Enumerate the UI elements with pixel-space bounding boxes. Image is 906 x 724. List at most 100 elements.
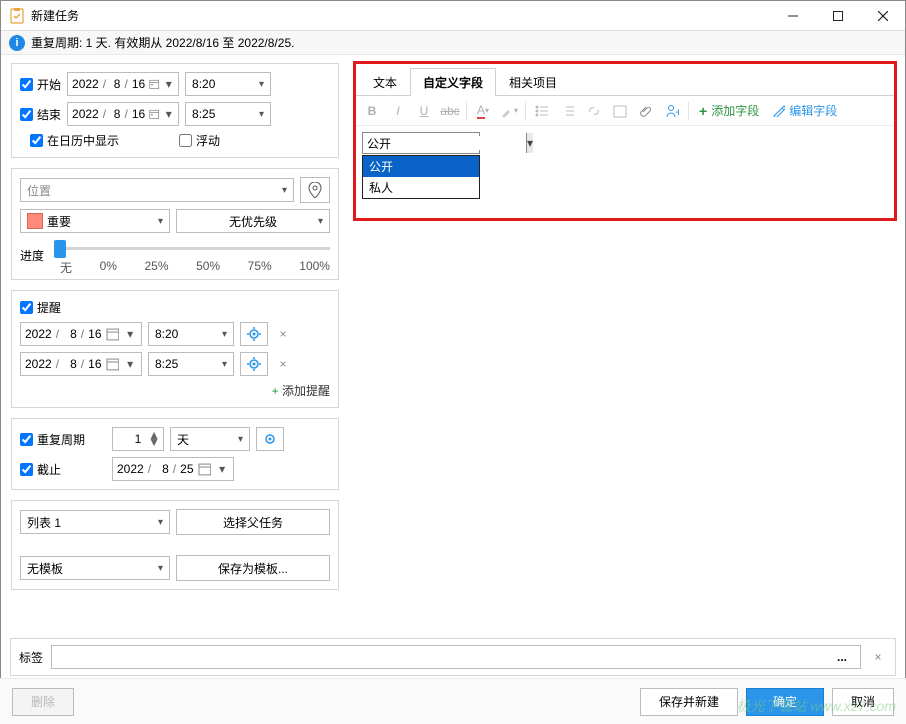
reminder-checkbox[interactable]: 提醒: [20, 299, 61, 316]
reminder-remove-0[interactable]: ×: [274, 327, 292, 341]
progress-slider[interactable]: 无 0% 25% 50% 75% 100%: [60, 239, 330, 271]
right-column: 文本 自定义字段 相关项目 B I U abc A▾ ▾ + +添加: [349, 55, 905, 723]
template-select[interactable]: 无模板▾: [20, 556, 170, 580]
maximize-button[interactable]: [815, 1, 860, 30]
reminder-date-0[interactable]: 2022/ 8/ 16 ▾: [20, 322, 142, 346]
select-parent-button[interactable]: 选择父任务: [176, 509, 330, 535]
window-title: 新建任务: [31, 7, 770, 24]
person-button[interactable]: +: [660, 99, 684, 123]
minimize-button[interactable]: [770, 1, 815, 30]
watermark: 极光下载站 www.xz7.com: [737, 696, 896, 716]
dropdown-item-public[interactable]: 公开: [363, 156, 479, 177]
start-time-select[interactable]: 8:20▾: [185, 72, 271, 96]
list-select[interactable]: 列表 1▾: [20, 510, 170, 534]
map-pin-icon: [308, 182, 322, 198]
tags-more-button[interactable]: ...: [830, 645, 854, 669]
custom-field-row: ▾ 公开 私人 只读: [356, 126, 894, 160]
chevron-down-icon: ▾: [164, 77, 174, 91]
add-reminder-link[interactable]: + 添加提醒: [20, 382, 330, 399]
close-button[interactable]: [860, 1, 905, 30]
save-and-new-button[interactable]: 保存并新建: [640, 688, 738, 716]
link-button[interactable]: [582, 99, 606, 123]
reminder-time-0[interactable]: 8:20▾: [148, 322, 234, 346]
gear-icon: [247, 357, 261, 371]
title-bar: 新建任务: [1, 1, 905, 31]
font-color-button[interactable]: A▾: [471, 99, 495, 123]
recurrence-count[interactable]: 1 ▲▼: [112, 427, 164, 451]
list-panel: 列表 1▾ 选择父任务 无模板▾ 保存为模板...: [11, 500, 339, 590]
underline-button[interactable]: U: [412, 99, 436, 123]
reminder-settings-1[interactable]: [240, 352, 268, 376]
tab-custom-fields[interactable]: 自定义字段: [410, 68, 496, 96]
bullet-list-button[interactable]: [530, 99, 554, 123]
location-panel: 位置▾ 重要 ▾ 无优先级▾ 进度: [11, 168, 339, 280]
save-template-button[interactable]: 保存为模板...: [176, 555, 330, 581]
end-date-field[interactable]: 2022/ 8/ 16 ▾: [67, 102, 179, 126]
visibility-input[interactable]: [363, 136, 526, 150]
svg-text:+: +: [675, 105, 679, 118]
floating-checkbox[interactable]: 浮动: [179, 132, 220, 149]
chevron-down-icon: ▾: [158, 216, 163, 227]
reminder-panel: 提醒 2022/ 8/ 16 ▾ 8:20▾ ×: [11, 290, 339, 408]
gear-icon: [247, 327, 261, 341]
recurrence-checkbox[interactable]: 重复周期: [20, 431, 106, 448]
tab-related[interactable]: 相关项目: [496, 68, 570, 96]
gear-icon: [263, 432, 277, 446]
link-icon: [587, 104, 601, 118]
highlight-button[interactable]: ▾: [497, 99, 521, 123]
end-time-select[interactable]: 8:25▾: [185, 102, 271, 126]
bold-button[interactable]: B: [360, 99, 384, 123]
dropdown-item-private[interactable]: 私人: [363, 177, 479, 198]
attach-button[interactable]: [634, 99, 658, 123]
edit-field-button[interactable]: 编辑字段: [767, 102, 843, 119]
recurrence-settings[interactable]: [256, 427, 284, 451]
add-field-button[interactable]: +添加字段: [693, 102, 765, 119]
format-toolbar: B I U abc A▾ ▾ + +添加字段 编辑字段: [356, 96, 894, 126]
priority-select[interactable]: 无优先级▾: [176, 209, 330, 233]
footer: 删除 保存并新建 确定 取消 极光下载站 www.xz7.com: [0, 678, 906, 724]
reminder-remove-1[interactable]: ×: [274, 357, 292, 371]
end-checkbox[interactable]: 结束: [20, 106, 61, 123]
highlight-box: 文本 自定义字段 相关项目 B I U abc A▾ ▾ + +添加: [353, 61, 897, 221]
tags-label: 标签: [19, 649, 43, 666]
info-icon: i: [9, 35, 25, 51]
ordered-list-icon: [561, 104, 575, 118]
combo-dropdown-button[interactable]: ▾: [526, 133, 533, 153]
tags-input[interactable]: ...: [51, 645, 861, 669]
date-button[interactable]: [608, 99, 632, 123]
delete-button[interactable]: 删除: [12, 688, 74, 716]
show-in-calendar-checkbox[interactable]: 在日历中显示: [30, 132, 119, 149]
location-select[interactable]: 位置▾: [20, 178, 294, 202]
list-icon: [535, 104, 549, 118]
tabs: 文本 自定义字段 相关项目: [356, 64, 894, 96]
deadline-date[interactable]: 2022/ 8/ 25 ▾: [112, 457, 234, 481]
chevron-down-icon: ▾: [164, 107, 174, 121]
strike-button[interactable]: abc: [438, 99, 462, 123]
visibility-combo[interactable]: ▾ 公开 私人: [362, 132, 480, 154]
recurrence-panel: 重复周期 1 ▲▼ 天▾ 截止 2022/ 8/ 25: [11, 418, 339, 490]
deadline-checkbox[interactable]: 截止: [20, 461, 106, 478]
calendar-icon: [106, 357, 120, 371]
tab-text[interactable]: 文本: [360, 68, 410, 96]
tags-clear[interactable]: ×: [869, 650, 887, 664]
reminder-time-1[interactable]: 8:25▾: [148, 352, 234, 376]
pencil-icon: [773, 105, 785, 117]
person-icon: +: [665, 104, 679, 118]
reminder-settings-0[interactable]: [240, 322, 268, 346]
chevron-down-icon: ▾: [259, 79, 264, 90]
recurrence-unit[interactable]: 天▾: [170, 427, 250, 451]
datetime-panel: 开始 2022/ 8/ 16 ▾ 8:20▾ 结束 2022/ 8/ 16: [11, 63, 339, 158]
number-list-button[interactable]: [556, 99, 580, 123]
chevron-down-icon: ▾: [282, 185, 287, 196]
map-pin-button[interactable]: [300, 177, 330, 203]
calendar-icon: [198, 462, 212, 476]
left-column: 开始 2022/ 8/ 16 ▾ 8:20▾ 结束 2022/ 8/ 16: [1, 55, 349, 723]
calendar-icon: [149, 107, 159, 121]
importance-select[interactable]: 重要 ▾: [20, 209, 170, 233]
start-date-field[interactable]: 2022/ 8/ 16 ▾: [67, 72, 179, 96]
progress-label: 进度: [20, 247, 52, 264]
start-checkbox[interactable]: 开始: [20, 76, 61, 93]
reminder-date-1[interactable]: 2022/ 8/ 16 ▾: [20, 352, 142, 376]
italic-button[interactable]: I: [386, 99, 410, 123]
info-text: 重复周期: 1 天. 有效期从 2022/8/16 至 2022/8/25.: [31, 34, 294, 51]
